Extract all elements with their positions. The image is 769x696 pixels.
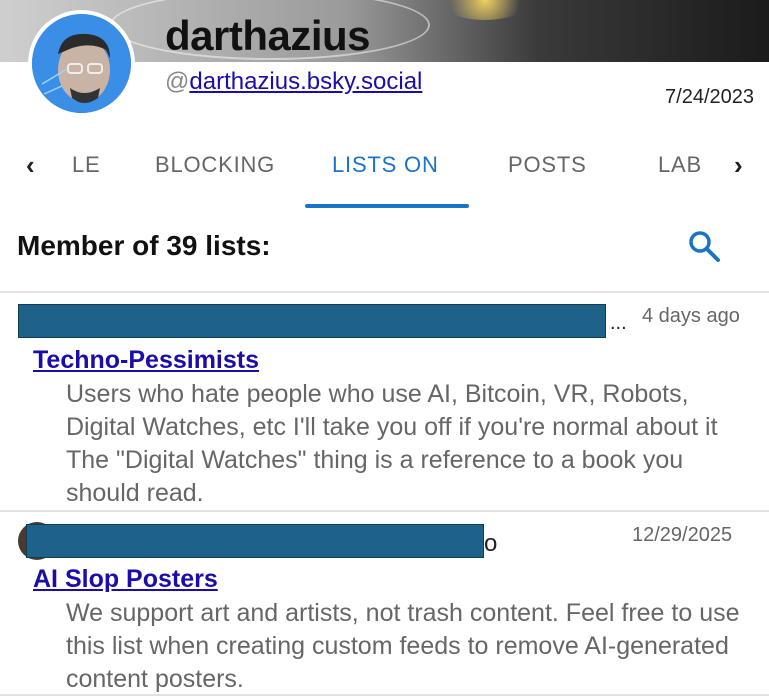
tab-blocking[interactable]: BLOCKING (155, 152, 275, 178)
tab-le[interactable]: LE (72, 152, 101, 178)
list-title-link[interactable]: Techno-Pessimists (33, 346, 259, 375)
handle-link[interactable]: darthazius.bsky.social (189, 68, 422, 95)
tab-lists-on[interactable]: LISTS ON (332, 152, 439, 178)
avatar-image (32, 14, 131, 113)
tab-posts[interactable]: POSTS (508, 152, 587, 178)
creator-name-tail: o (484, 530, 498, 557)
active-tab-indicator (305, 204, 469, 208)
redacted-creator (26, 524, 484, 558)
banner-glow (440, 0, 530, 20)
profile-handle: @darthazius.bsky.social (165, 68, 422, 96)
profile-date: 7/24/2023 (665, 86, 754, 108)
tab-bar: ‹ LE BLOCKING LISTS ON POSTS LAB › (0, 130, 769, 210)
list-time: 4 days ago (642, 305, 740, 327)
section-title: Member of 39 lists: (17, 230, 271, 261)
chevron-right-icon[interactable]: › (734, 150, 743, 181)
divider (0, 291, 769, 293)
display-name: darthazius (165, 12, 371, 59)
list-title-link[interactable]: AI Slop Posters (33, 565, 218, 594)
search-icon[interactable] (686, 228, 722, 264)
profile-avatar[interactable] (28, 10, 135, 117)
divider (0, 510, 769, 512)
chevron-left-icon[interactable]: ‹ (26, 150, 35, 181)
redacted-creator (18, 304, 606, 338)
list-time: 12/29/2025 (632, 524, 733, 546)
list-description: Users who hate people who use AI, Bitcoi… (66, 380, 718, 507)
list-description: We support art and artists, not trash co… (66, 599, 740, 693)
ellipsis: ... (610, 312, 627, 334)
tab-lab[interactable]: LAB (658, 152, 702, 178)
handle-prefix: @ (165, 68, 190, 95)
